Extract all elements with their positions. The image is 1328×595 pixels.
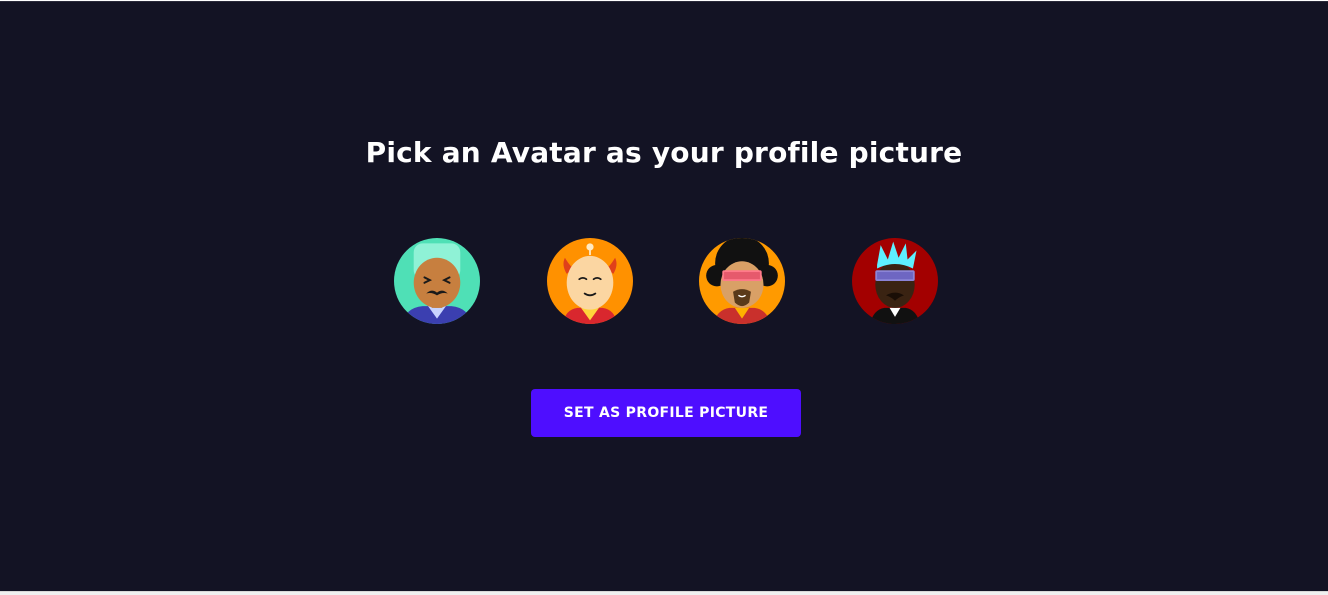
avatar-red-cyan-hair-icon: [852, 238, 938, 324]
avatar-list: [0, 232, 1328, 330]
avatar-option-3[interactable]: [693, 232, 791, 330]
set-profile-picture-button[interactable]: Set as Profile Picture: [531, 389, 801, 437]
page-title: Pick an Avatar as your profile picture: [365, 136, 963, 169]
avatar-option-4[interactable]: [846, 232, 944, 330]
avatar-teal-mustache-icon: [394, 238, 480, 324]
avatar-picker-page: Pick an Avatar as your profile picture S…: [0, 1, 1328, 591]
avatar-option-1[interactable]: [388, 232, 486, 330]
avatar-orange-monk-icon: [547, 238, 633, 324]
avatar-option-2[interactable]: [541, 232, 639, 330]
avatar-afro-sunglasses-icon: [699, 238, 785, 324]
bottom-edge: [0, 591, 1328, 595]
